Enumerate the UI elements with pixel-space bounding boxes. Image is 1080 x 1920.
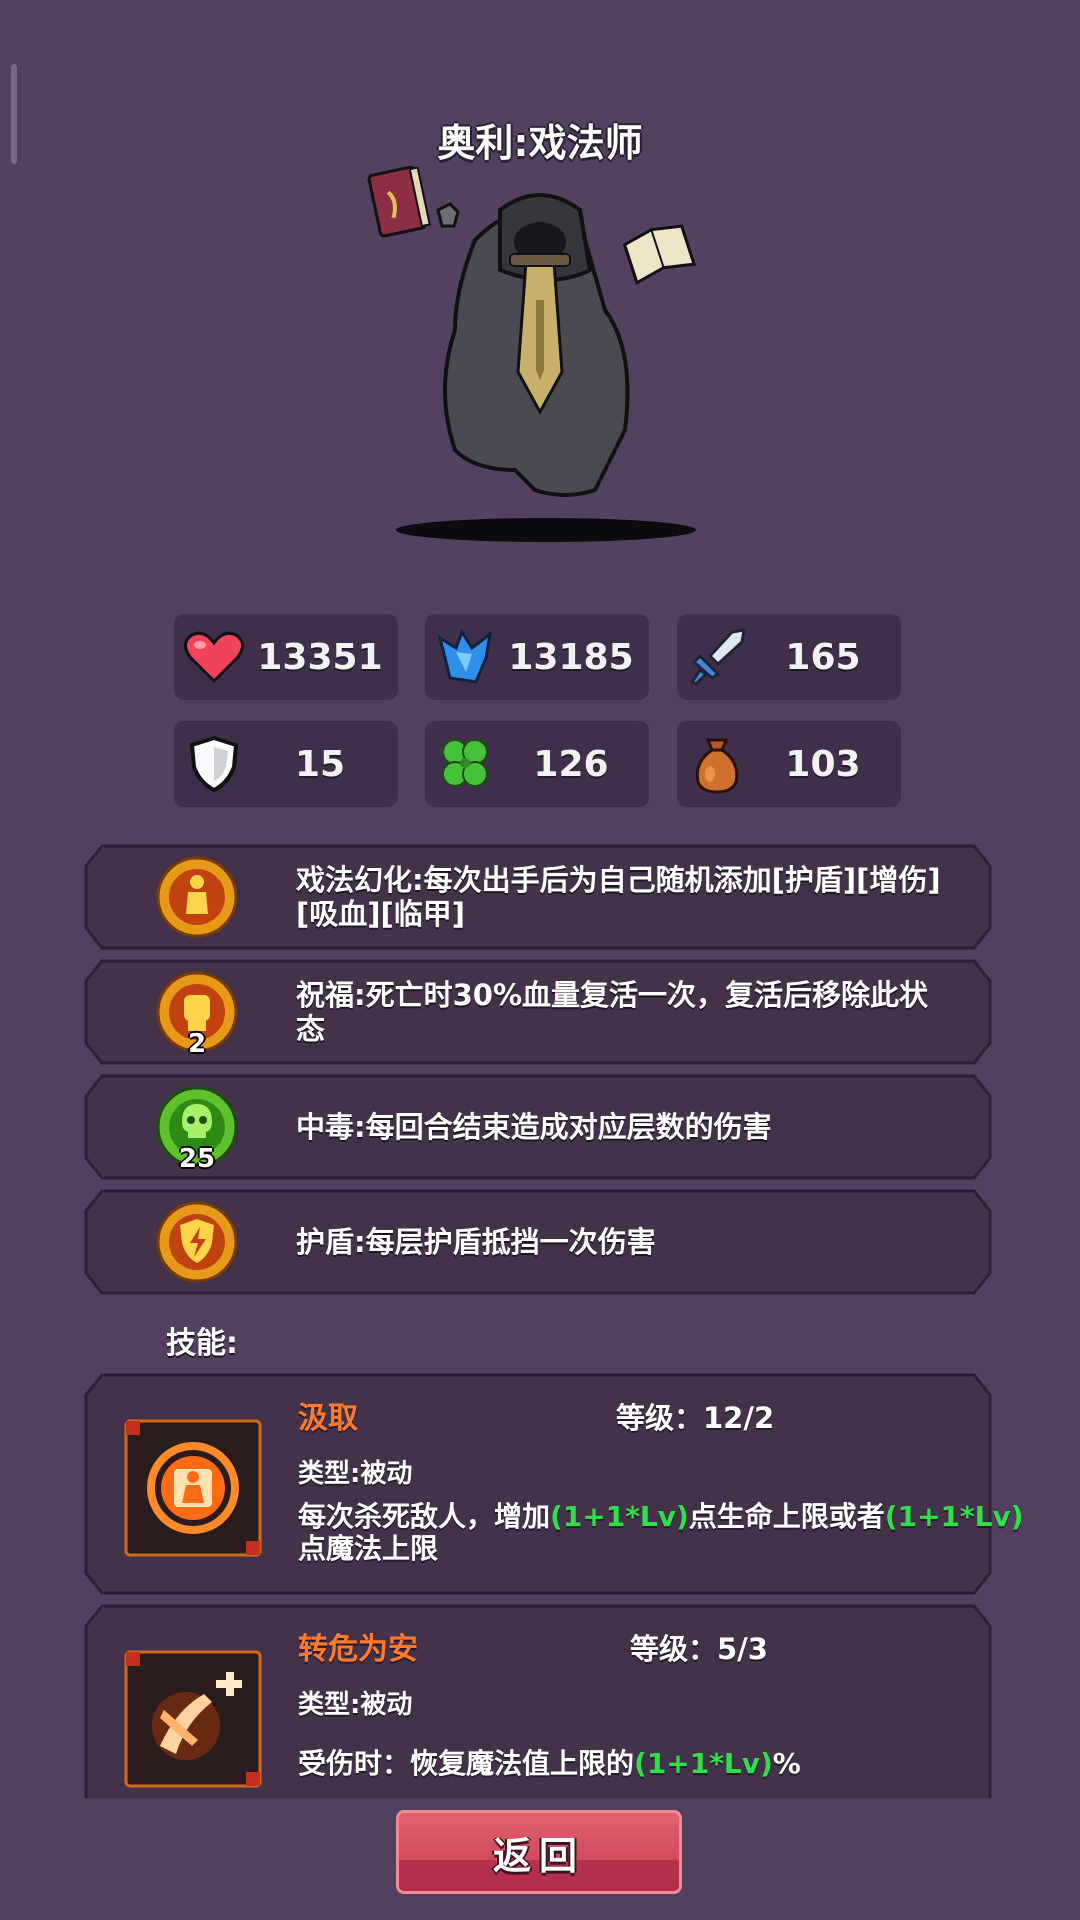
skill-card[interactable]: 汲取 等级：12/2 类型:被动 每次杀死敌人，增加(1+1*Lv)点生命上限或… bbox=[84, 1373, 1024, 1595]
skill-level: 等级：12/2 bbox=[616, 1401, 775, 1435]
gold-stat: 103 bbox=[677, 721, 901, 807]
skill-level: 等级：5/3 bbox=[630, 1632, 768, 1666]
desc-text: 受伤时：恢复魔法值上限的 bbox=[298, 1747, 635, 1780]
status-text: 护盾:每层护盾抵挡一次伤害 bbox=[296, 1225, 656, 1259]
back-button[interactable]: 返回 bbox=[396, 1810, 682, 1894]
desc-text: 每次杀死敌人，增加 bbox=[298, 1500, 551, 1533]
formula-text: (1+1*Lv) bbox=[550, 1500, 689, 1533]
drain-skill-icon bbox=[124, 1419, 262, 1557]
blessing-fist-icon: 2 bbox=[156, 971, 238, 1059]
sword-icon bbox=[677, 614, 757, 700]
character-sprite bbox=[367, 165, 697, 542]
skill-name: 转危为安 bbox=[298, 1632, 418, 1667]
hp-stat: 13351 bbox=[174, 614, 398, 700]
luck-stat: 126 bbox=[425, 721, 649, 807]
gold-value: 103 bbox=[785, 743, 861, 785]
defense-stat: 15 bbox=[174, 721, 398, 807]
desc-text: 点魔法上限 bbox=[298, 1532, 439, 1565]
desc-text: 点生命上限或者 bbox=[688, 1500, 885, 1533]
stack-count-badge: 25 bbox=[178, 1144, 216, 1174]
mana-crystal-icon bbox=[425, 614, 505, 700]
poison-skull-icon: 25 bbox=[156, 1086, 238, 1174]
skills-section-label: 技能: bbox=[166, 1326, 238, 1361]
status-row: 护盾:每层护盾抵挡一次伤害 bbox=[84, 1189, 992, 1295]
defense-value: 15 bbox=[294, 743, 346, 785]
stack-count-badge: 2 bbox=[187, 1029, 207, 1059]
shield-icon bbox=[174, 721, 254, 807]
skill-description: 受伤时：恢复魔法值上限的(1+1*Lv)% bbox=[298, 1748, 1038, 1780]
shield-lightning-icon bbox=[156, 1201, 238, 1283]
skill-type: 类型:被动 bbox=[298, 1459, 413, 1489]
skill-description: 每次杀死敌人，增加(1+1*Lv)点生命上限或者(1+1*Lv)点魔法上限 bbox=[298, 1501, 1038, 1565]
turn-the-tide-skill-icon bbox=[124, 1650, 262, 1788]
formula-text: (1+1*Lv) bbox=[634, 1747, 773, 1780]
money-bag-icon bbox=[677, 721, 757, 807]
status-text: 祝福:死亡时30%血量复活一次，复活后移除此状态 bbox=[296, 978, 929, 1046]
status-row: 戏法幻化:每次出手后为自己随机添加[护盾][增伤][吸血][临甲] bbox=[84, 844, 992, 950]
mp-stat: 13185 bbox=[425, 614, 649, 700]
skill-type: 类型:被动 bbox=[298, 1690, 413, 1720]
luck-value: 126 bbox=[533, 743, 609, 785]
status-row: 2 祝福:死亡时30%血量复活一次，复活后移除此状态 bbox=[84, 959, 992, 1065]
attack-value: 165 bbox=[785, 636, 861, 678]
desc-text: % bbox=[772, 1747, 801, 1780]
mp-value: 13185 bbox=[508, 636, 634, 678]
illusion-icon bbox=[156, 856, 238, 938]
formula-text: (1+1*Lv) bbox=[884, 1500, 1024, 1533]
hp-value: 13351 bbox=[257, 636, 383, 678]
status-text: 戏法幻化:每次出手后为自己随机添加[护盾][增伤][吸血][临甲] bbox=[296, 863, 941, 931]
skill-name: 汲取 bbox=[298, 1401, 358, 1436]
attack-stat: 165 bbox=[677, 614, 901, 700]
clover-icon bbox=[425, 721, 505, 807]
status-row: 25 中毒:每回合结束造成对应层数的伤害 bbox=[84, 1074, 992, 1180]
heart-icon bbox=[174, 614, 254, 700]
status-text: 中毒:每回合结束造成对应层数的伤害 bbox=[296, 1110, 772, 1144]
